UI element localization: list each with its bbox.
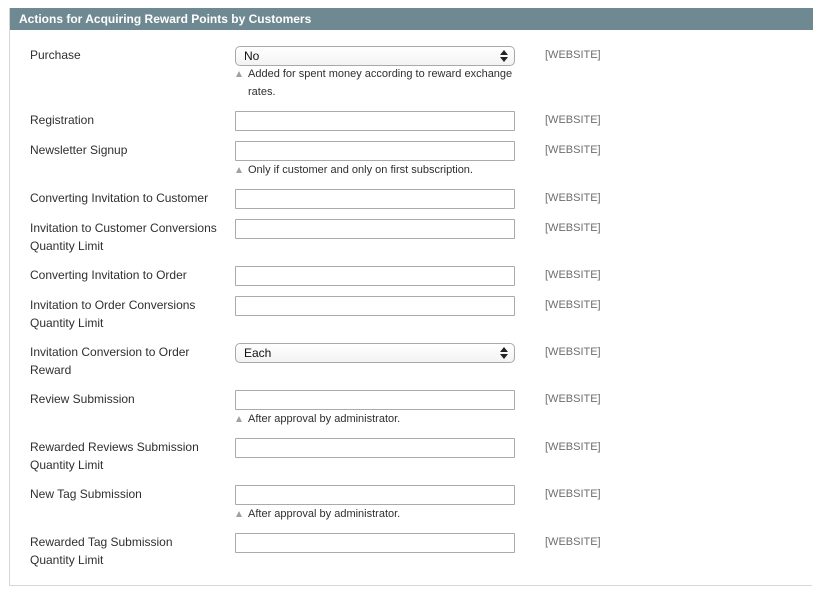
purchase-note: Added for spent money according to rewar… bbox=[236, 65, 528, 101]
registration-label: Registration bbox=[30, 113, 95, 127]
newsletter-signup-note-text: Only if customer and only on first subsc… bbox=[248, 164, 473, 176]
note-triangle-icon bbox=[236, 416, 242, 422]
invitation-to-customer-input[interactable] bbox=[235, 189, 515, 209]
customer-conversions-limit-scope: [WEBSITE] bbox=[545, 222, 601, 234]
section-title[interactable]: Actions for Acquiring Reward Points by C… bbox=[10, 8, 813, 30]
new-tag-submission-input[interactable] bbox=[235, 485, 515, 505]
purchase-note-text: Added for spent money according to rewar… bbox=[248, 68, 513, 98]
note-triangle-icon bbox=[236, 71, 242, 77]
registration-scope: [WEBSITE] bbox=[545, 114, 601, 126]
order-conversions-limit-input[interactable] bbox=[235, 296, 515, 316]
new-tag-submission-note-text: After approval by administrator. bbox=[248, 508, 401, 520]
newsletter-signup-scope: [WEBSITE] bbox=[545, 144, 601, 156]
select-arrows-icon bbox=[500, 347, 508, 359]
purchase-select-value: No bbox=[244, 49, 260, 63]
reviews-limit-input[interactable] bbox=[235, 438, 515, 458]
select-arrows-icon bbox=[500, 50, 508, 62]
order-reward-select[interactable]: Each bbox=[235, 343, 515, 363]
invitation-to-customer-scope: [WEBSITE] bbox=[545, 192, 601, 204]
newsletter-signup-input[interactable] bbox=[235, 141, 515, 161]
new-tag-submission-scope: [WEBSITE] bbox=[545, 488, 601, 500]
tag-limit-label: Rewarded Tag Submission Quantity Limit bbox=[30, 535, 173, 567]
new-tag-submission-label: New Tag Submission bbox=[30, 487, 142, 501]
order-conversions-limit-scope: [WEBSITE] bbox=[545, 299, 601, 311]
new-tag-submission-note: After approval by administrator. bbox=[236, 505, 528, 523]
newsletter-signup-label: Newsletter Signup bbox=[30, 143, 128, 157]
review-submission-note: After approval by administrator. bbox=[236, 410, 528, 428]
review-submission-input[interactable] bbox=[235, 390, 515, 410]
note-triangle-icon bbox=[236, 167, 242, 173]
invitation-to-order-label: Converting Invitation to Order bbox=[30, 268, 187, 282]
purchase-select[interactable]: No bbox=[235, 46, 515, 66]
tag-limit-scope: [WEBSITE] bbox=[545, 536, 601, 548]
invitation-to-order-scope: [WEBSITE] bbox=[545, 269, 601, 281]
review-submission-note-text: After approval by administrator. bbox=[248, 413, 401, 425]
invitation-to-customer-label: Converting Invitation to Customer bbox=[30, 191, 209, 205]
order-reward-scope: [WEBSITE] bbox=[545, 346, 601, 358]
reviews-limit-label: Rewarded Reviews Submission Quantity Lim… bbox=[30, 440, 199, 472]
purchase-scope: [WEBSITE] bbox=[545, 49, 601, 61]
order-conversions-limit-label: Invitation to Order Conversions Quantity… bbox=[30, 298, 196, 330]
customer-conversions-limit-label: Invitation to Customer Conversions Quant… bbox=[30, 221, 217, 253]
reviews-limit-scope: [WEBSITE] bbox=[545, 441, 601, 453]
registration-input[interactable] bbox=[235, 111, 515, 131]
customer-conversions-limit-input[interactable] bbox=[235, 219, 515, 239]
review-submission-label: Review Submission bbox=[30, 392, 135, 406]
newsletter-signup-note: Only if customer and only on first subsc… bbox=[236, 161, 528, 179]
reward-actions-fieldset: Actions for Acquiring Reward Points by C… bbox=[9, 8, 813, 586]
purchase-label: Purchase bbox=[30, 48, 81, 62]
note-triangle-icon bbox=[236, 511, 242, 517]
review-submission-scope: [WEBSITE] bbox=[545, 393, 601, 405]
order-reward-select-value: Each bbox=[244, 346, 272, 360]
invitation-to-order-input[interactable] bbox=[235, 266, 515, 286]
tag-limit-input[interactable] bbox=[235, 533, 515, 553]
order-reward-label: Invitation Conversion to Order Reward bbox=[30, 345, 190, 377]
